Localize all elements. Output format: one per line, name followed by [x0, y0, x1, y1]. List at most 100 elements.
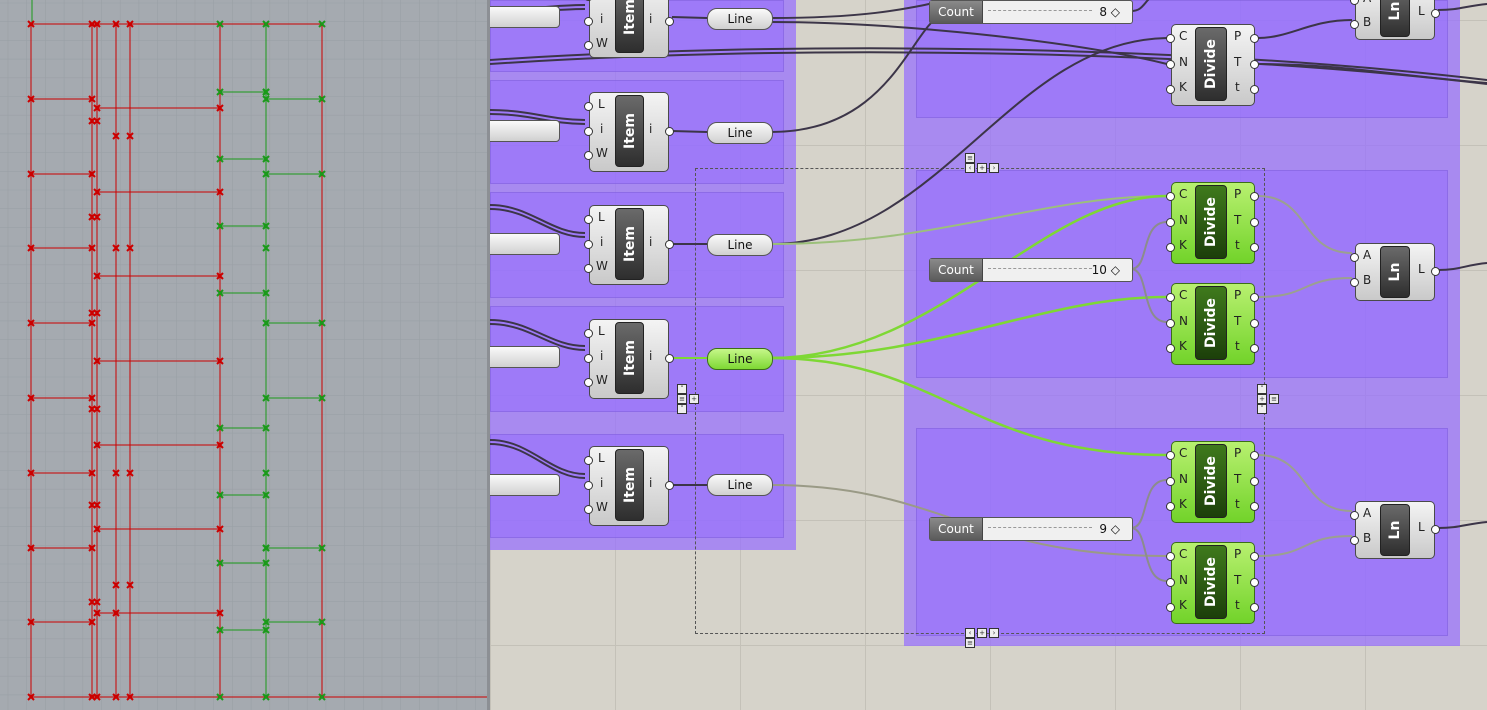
- port-label: T: [1234, 213, 1242, 227]
- port-label: A: [1363, 0, 1371, 5]
- port-label: B: [1363, 273, 1372, 287]
- divide-component[interactable]: C N K Divide P T t: [1166, 283, 1259, 365]
- slider-value: 9 ◇: [1099, 522, 1120, 536]
- port-label: W: [596, 259, 608, 273]
- port-label: N: [1179, 573, 1188, 587]
- item-component[interactable]: L i W Item i: [584, 92, 674, 172]
- line-component[interactable]: A B Ln L: [1350, 501, 1440, 559]
- port-label: i: [649, 235, 653, 249]
- group-resize-handle-icon[interactable]: ˄ + ≡ ˅: [1256, 384, 1280, 414]
- item-component[interactable]: L i W Item i: [584, 446, 674, 526]
- input-pill-5[interactable]: [490, 474, 560, 496]
- divide-component[interactable]: C N K Divide P T t: [1166, 182, 1259, 264]
- port-label: L: [1418, 520, 1425, 534]
- port-label: P: [1234, 547, 1242, 561]
- slider-label: Count: [930, 1, 983, 23]
- divide-component[interactable]: C N K Divide P T t: [1166, 24, 1259, 106]
- group-resize-handle-icon[interactable]: ‹ + › ≡: [964, 628, 1000, 648]
- component-title: Item: [621, 0, 638, 35]
- port-label: W: [596, 146, 608, 160]
- port-label: i: [649, 476, 653, 490]
- port-label: i: [649, 12, 653, 26]
- count-slider[interactable]: Count 8 ◇: [929, 0, 1133, 24]
- line-param[interactable]: Line: [707, 234, 773, 256]
- port-label: i: [600, 122, 604, 136]
- port-label: T: [1234, 55, 1242, 69]
- item-component[interactable]: L i W Item i: [584, 0, 674, 58]
- group-resize-handle-icon[interactable]: ≡ ‹ + ›: [964, 153, 1000, 173]
- port-label: i: [600, 476, 604, 490]
- port-label: t: [1235, 238, 1240, 252]
- port-label: t: [1235, 598, 1240, 612]
- port-label: P: [1234, 187, 1242, 201]
- port-label: P: [1234, 288, 1242, 302]
- group-resize-handle-icon[interactable]: ˄ ≡ + ˅: [676, 384, 700, 414]
- port-label: C: [1179, 547, 1188, 561]
- input-pill-2[interactable]: [490, 120, 560, 142]
- rhino-viewport[interactable]: [0, 0, 487, 710]
- grasshopper-canvas[interactable]: L i W Item i L i W Item i L i W Item i L…: [490, 0, 1487, 710]
- port-label: t: [1235, 80, 1240, 94]
- slider-label: Count: [930, 259, 983, 281]
- port-label: T: [1234, 472, 1242, 486]
- port-label: L: [598, 324, 605, 338]
- port-label: C: [1179, 29, 1188, 43]
- port-label: C: [1179, 187, 1188, 201]
- port-label: W: [596, 36, 608, 50]
- count-slider[interactable]: Count 9 ◇: [929, 517, 1133, 541]
- line-param-selected[interactable]: Line: [707, 348, 773, 370]
- port-label: P: [1234, 29, 1242, 43]
- viewport-drawing: [0, 0, 487, 710]
- port-label: L: [598, 451, 605, 465]
- component-title: Ln: [1387, 1, 1403, 21]
- item-component[interactable]: L i W Item i: [584, 205, 674, 285]
- port-label: W: [596, 500, 608, 514]
- divide-component[interactable]: C N K Divide P T t: [1166, 441, 1259, 523]
- item-component[interactable]: L i W Item i: [584, 319, 674, 399]
- port-label: C: [1179, 288, 1188, 302]
- count-slider[interactable]: Count 10 ◇: [929, 258, 1133, 282]
- port-label: t: [1235, 497, 1240, 511]
- port-label: N: [1179, 472, 1188, 486]
- line-component[interactable]: A B Ln L: [1350, 0, 1440, 40]
- port-label: L: [1418, 262, 1425, 276]
- port-label: L: [598, 210, 605, 224]
- divide-component[interactable]: C N K Divide P T t: [1166, 542, 1259, 624]
- port-label: T: [1234, 314, 1242, 328]
- port-label: W: [596, 373, 608, 387]
- component-title: Item: [621, 340, 638, 376]
- port-label: L: [598, 97, 605, 111]
- line-param[interactable]: Line: [707, 122, 773, 144]
- slider-value: 8 ◇: [1099, 5, 1120, 19]
- port-label: i: [600, 349, 604, 363]
- input-pill-1[interactable]: [490, 6, 560, 28]
- port-label: i: [600, 12, 604, 26]
- input-pill-4[interactable]: [490, 346, 560, 368]
- component-title: Divide: [1203, 298, 1219, 348]
- line-param[interactable]: Line: [707, 8, 773, 30]
- port-label: N: [1179, 55, 1188, 69]
- port-label: A: [1363, 506, 1372, 520]
- component-title: Divide: [1203, 557, 1219, 607]
- input-pill-3[interactable]: [490, 233, 560, 255]
- component-title: Item: [621, 226, 638, 262]
- port-label: K: [1179, 497, 1187, 511]
- port-label: i: [649, 122, 653, 136]
- port-label: N: [1179, 314, 1188, 328]
- slider-label: Count: [930, 518, 983, 540]
- port-label: K: [1179, 598, 1187, 612]
- line-param[interactable]: Line: [707, 474, 773, 496]
- port-label: K: [1179, 238, 1187, 252]
- port-label: P: [1234, 446, 1242, 460]
- port-label: K: [1179, 339, 1187, 353]
- line-component[interactable]: A B Ln L: [1350, 243, 1440, 301]
- port-label: L: [1418, 4, 1425, 18]
- component-title: Divide: [1203, 197, 1219, 247]
- port-label: C: [1179, 446, 1188, 460]
- port-label: B: [1363, 15, 1372, 29]
- component-title: Ln: [1387, 262, 1403, 282]
- port-label: K: [1179, 80, 1187, 94]
- component-title: Divide: [1203, 39, 1219, 89]
- component-title: Item: [621, 467, 638, 503]
- port-label: N: [1179, 213, 1188, 227]
